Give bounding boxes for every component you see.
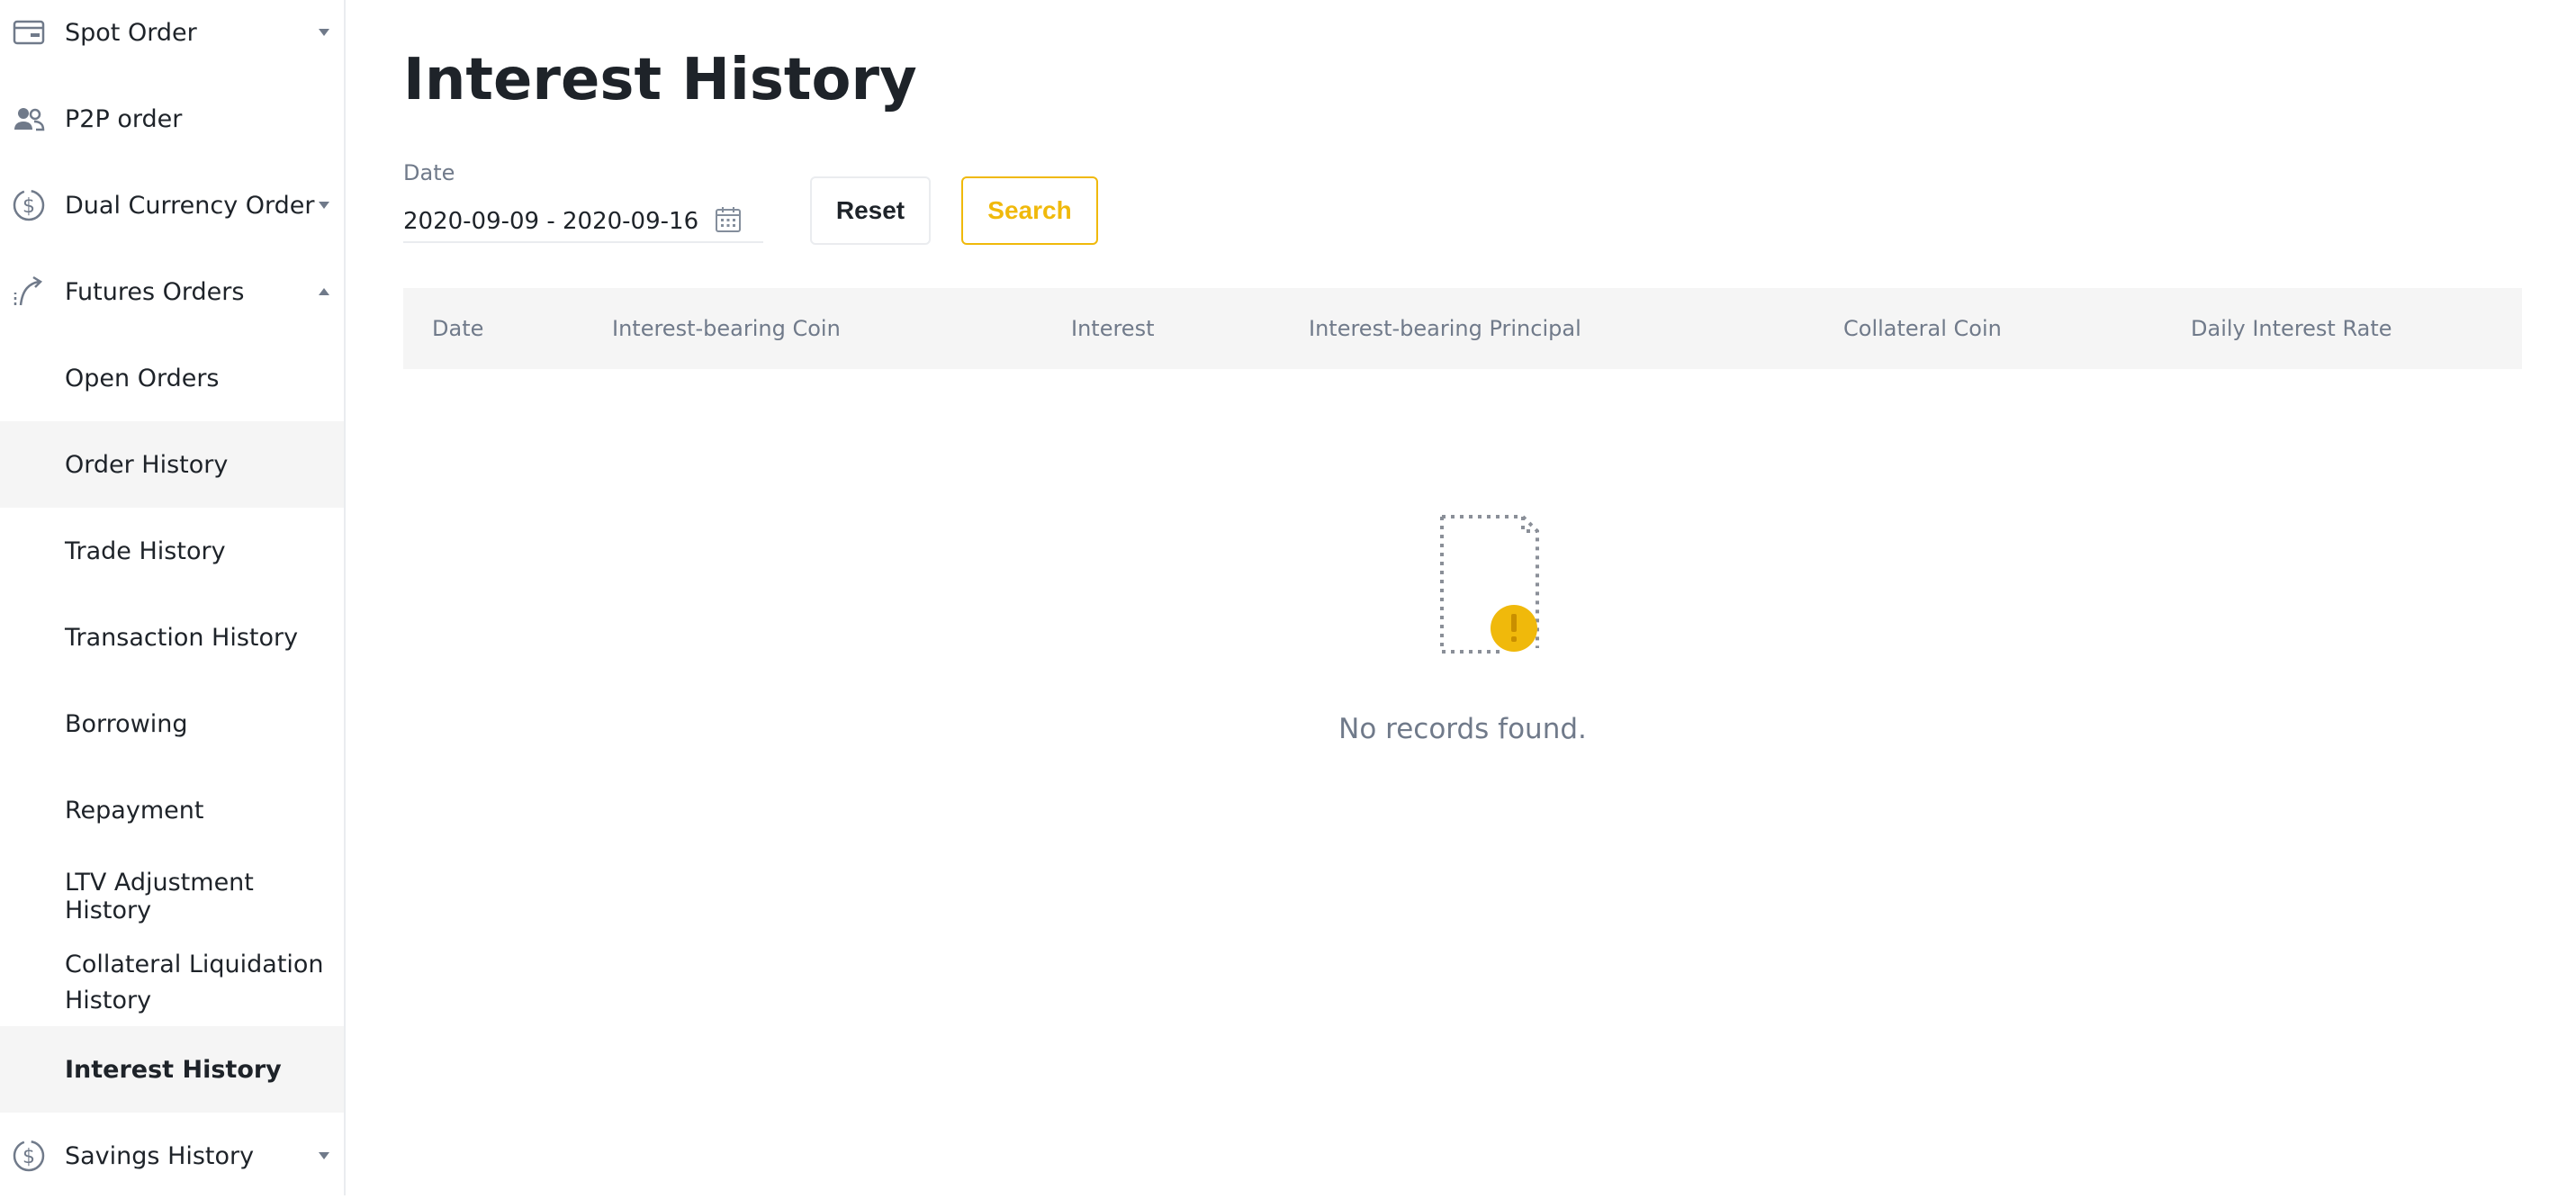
column-header-interest: Interest <box>1071 316 1155 341</box>
date-range-picker[interactable]: 2020-09-09 - 2020-09-16 <box>403 202 763 243</box>
dollar-circle-icon: $ <box>11 1138 47 1174</box>
sidebar-item-transaction-history[interactable]: Transaction History <box>0 594 344 681</box>
table-header: Date Interest-bearing Coin Interest Inte… <box>403 288 2522 369</box>
dollar-circle-icon: $ <box>11 187 47 223</box>
sidebar-item-label: LTV Adjustment History <box>65 869 254 924</box>
sidebar-item-label: P2P order <box>65 104 183 133</box>
chevron-down-icon <box>319 1152 329 1159</box>
users-icon <box>11 101 47 137</box>
sidebar-item-trade-history[interactable]: Trade History <box>0 508 344 594</box>
empty-state: No records found. <box>403 513 2522 765</box>
sidebar-item-order-history[interactable]: Order History <box>0 421 344 508</box>
column-header-interest-bearing-principal: Interest-bearing Principal <box>1309 316 1581 341</box>
calendar-icon[interactable] <box>714 205 743 234</box>
sidebar-item-label: Borrowing <box>65 709 188 738</box>
futures-arrow-icon <box>11 274 47 310</box>
chevron-down-icon <box>319 202 329 209</box>
sidebar-item-label: Transaction History <box>65 623 299 652</box>
wallet-card-icon <box>11 14 47 50</box>
sidebar-item-label: Order History <box>65 450 229 479</box>
sidebar-item-label: Interest History <box>65 1055 282 1084</box>
column-header-daily-interest-rate: Daily Interest Rate <box>2191 316 2392 341</box>
date-label: Date <box>403 160 455 185</box>
sidebar-item-label: Collateral Liquidation History <box>65 951 324 1014</box>
sidebar-item-dual-currency-order[interactable]: $ Dual Currency Order <box>0 162 344 248</box>
svg-text:$: $ <box>23 1146 35 1168</box>
sidebar-item-futures-orders[interactable]: Futures Orders <box>0 248 344 335</box>
chevron-up-icon <box>319 288 329 295</box>
column-header-interest-bearing-coin: Interest-bearing Coin <box>612 316 841 341</box>
search-button[interactable]: Search <box>961 176 1098 245</box>
column-header-collateral-coin: Collateral Coin <box>1843 316 2002 341</box>
empty-message: No records found. <box>1338 713 1587 745</box>
sidebar-item-open-orders[interactable]: Open Orders <box>0 335 344 421</box>
sidebar: Spot Order P2P order $ Dual Currency Ord… <box>0 0 346 1195</box>
chevron-down-icon <box>319 29 329 36</box>
sidebar-item-savings-history[interactable]: $ Savings History <box>0 1113 344 1199</box>
sidebar-item-label: Open Orders <box>65 364 220 392</box>
sidebar-item-ltv-adjustment-history[interactable]: LTV Adjustment History <box>0 853 344 940</box>
reset-button[interactable]: Reset <box>810 176 931 245</box>
date-range-value: 2020-09-09 - 2020-09-16 <box>403 208 699 235</box>
sidebar-item-interest-history[interactable]: Interest History <box>0 1026 344 1113</box>
sidebar-item-label: Spot Order <box>65 18 197 47</box>
sidebar-item-collateral-liquidation-history[interactable]: Collateral Liquidation History <box>0 940 344 1026</box>
sidebar-item-label: Trade History <box>65 536 226 565</box>
sidebar-item-p2p-order[interactable]: P2P order <box>0 76 344 162</box>
sidebar-item-label: Savings History <box>65 1141 255 1170</box>
sidebar-item-label: Repayment <box>65 796 204 825</box>
sidebar-item-spot-order[interactable]: Spot Order <box>0 0 344 76</box>
empty-document-warning-icon <box>1438 513 1555 666</box>
sidebar-item-label: Futures Orders <box>65 277 245 306</box>
sidebar-item-repayment[interactable]: Repayment <box>0 767 344 853</box>
column-header-date: Date <box>432 316 484 341</box>
svg-text:$: $ <box>23 195 35 218</box>
sidebar-item-borrowing[interactable]: Borrowing <box>0 681 344 767</box>
page-title: Interest History <box>403 47 917 113</box>
sidebar-item-label: Dual Currency Order <box>65 191 315 220</box>
